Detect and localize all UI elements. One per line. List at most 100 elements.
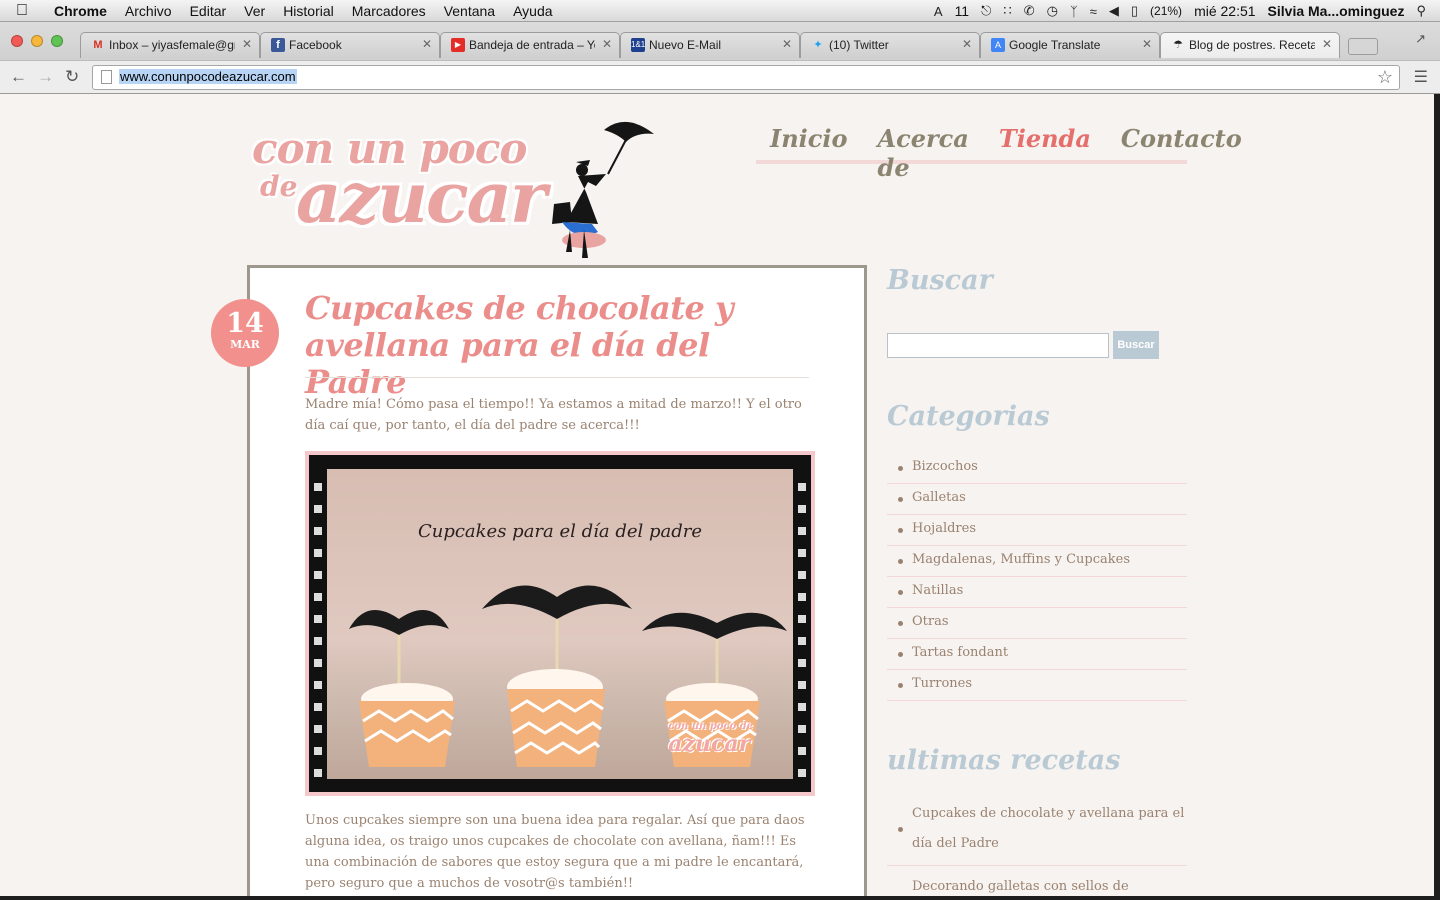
category-natillas[interactable]: Natillas xyxy=(887,577,1187,608)
close-tab-icon[interactable]: ✕ xyxy=(1322,37,1332,51)
category-galletas[interactable]: Galletas xyxy=(887,484,1187,515)
tab-google-translate[interactable]: A Google Translate ✕ xyxy=(980,32,1160,58)
watermark-text: azucar xyxy=(668,731,751,757)
logo-text-line2: de xyxy=(260,170,298,203)
close-tab-icon[interactable]: ✕ xyxy=(422,37,432,51)
address-url[interactable]: www.conunpocodeazucar.com xyxy=(119,69,297,84)
menu-ventana[interactable]: Ventana xyxy=(435,3,504,19)
close-tab-icon[interactable]: ✕ xyxy=(782,37,792,51)
nav-inicio[interactable]: Inicio xyxy=(770,124,848,160)
sync-icon[interactable]: ⎋ xyxy=(981,3,991,19)
mail-icon: 1&1 xyxy=(631,38,645,52)
category-hojaldres[interactable]: Hojaldres xyxy=(887,515,1187,546)
time-machine-icon[interactable]: ◷ xyxy=(1047,3,1058,19)
post-image[interactable]: Cupcakes para el día del padre con un po… xyxy=(305,451,815,796)
twitter-icon: ✦ xyxy=(813,39,823,51)
nav-contacto[interactable]: Contacto xyxy=(1121,124,1242,160)
new-tab-button[interactable] xyxy=(1348,38,1378,55)
flash-icon[interactable]: A xyxy=(934,4,943,19)
battery-percent: (21%) xyxy=(1150,4,1183,18)
grid-icon[interactable]: ∷ xyxy=(1003,3,1011,19)
reload-icon[interactable]: ↻ xyxy=(65,67,79,87)
tab-blog-postres[interactable]: ☂ Blog de postres. Recetas ✕ xyxy=(1160,32,1340,58)
nav-acerca-de[interactable]: Acerca de xyxy=(878,124,969,182)
volume-icon[interactable]: ◀ xyxy=(1109,3,1119,19)
browser-chrome: M Inbox – yiyasfemale@gm ✕ f Facebook ✕ … xyxy=(0,22,1440,94)
post-image-scene: Cupcakes para el día del padre con un po… xyxy=(327,469,793,779)
menu-marcadores[interactable]: Marcadores xyxy=(343,3,435,19)
close-tab-icon[interactable]: ✕ xyxy=(242,37,252,51)
recent-recipe-item[interactable]: Decorando galletas con sellos de estampa… xyxy=(887,872,1187,896)
post-date-day: 14 xyxy=(226,308,264,339)
categories-list: Bizcochos Galletas Hojaldres Magdalenas,… xyxy=(887,453,1187,701)
spotlight-search-icon[interactable]: ⚲ xyxy=(1416,3,1426,19)
nav-tienda[interactable]: Tienda xyxy=(999,124,1091,160)
tab-nuevo-email[interactable]: 1&1 Nuevo E-Mail ✕ xyxy=(620,32,800,58)
category-turrones[interactable]: Turrones xyxy=(887,670,1187,701)
search-button[interactable]: Buscar xyxy=(1113,331,1159,359)
tab-youtube[interactable]: ▶ Bandeja de entrada – You ✕ xyxy=(440,32,620,58)
post-date-badge: 14 MAR xyxy=(211,299,279,367)
title-divider xyxy=(305,377,809,378)
search-input[interactable] xyxy=(887,333,1109,358)
menu-app-chrome[interactable]: Chrome xyxy=(44,3,116,19)
watermark-small-text: con un poco de xyxy=(668,721,753,732)
category-otras[interactable]: Otras xyxy=(887,608,1187,639)
close-tab-icon[interactable]: ✕ xyxy=(602,37,612,51)
mary-poppins-silhouette-icon xyxy=(552,121,654,258)
menu-editar[interactable]: Editar xyxy=(181,3,236,19)
tab-gmail[interactable]: M Inbox – yiyasfemale@gm ✕ xyxy=(80,32,260,58)
film-perforation-left xyxy=(314,469,322,779)
apple-icon[interactable]:  xyxy=(0,2,44,20)
menu-ver[interactable]: Ver xyxy=(235,3,274,19)
recent-recipes-list: Cupcakes de chocolate y avellana para el… xyxy=(887,799,1187,896)
post-body: Unos cupcakes siempre son una buena idea… xyxy=(305,813,805,891)
categories-widget-title: Categorias xyxy=(887,401,1050,432)
category-bizcochos[interactable]: Bizcochos xyxy=(887,453,1187,484)
minimize-window-button[interactable] xyxy=(31,35,43,47)
close-tab-icon[interactable]: ✕ xyxy=(962,37,972,51)
close-window-button[interactable] xyxy=(11,35,23,47)
battery-icon[interactable]: ▯ xyxy=(1131,3,1138,19)
menu-ayuda[interactable]: Ayuda xyxy=(504,3,561,19)
recent-recipes-title: ultimas recetas xyxy=(887,745,1121,776)
back-arrow-icon[interactable]: ← xyxy=(10,67,27,87)
post-intro: Madre mía! Cómo pasa el tiempo!! Ya esta… xyxy=(305,397,802,433)
clock[interactable]: mié 22:51 xyxy=(1194,3,1255,19)
tab-facebook[interactable]: f Facebook ✕ xyxy=(260,32,440,58)
web-page: con un poco de azucar Inicio Acerca de T… xyxy=(0,94,1434,896)
menu-archivo[interactable]: Archivo xyxy=(116,3,181,19)
menu-wrench-icon[interactable]: ☰ xyxy=(1414,67,1428,87)
post-image-watermark: con un poco de azucar xyxy=(668,721,753,758)
address-bar[interactable]: www.conunpocodeazucar.com ☆ xyxy=(92,65,1400,90)
forward-arrow-icon[interactable]: → xyxy=(37,67,54,87)
search-widget-title: Buscar xyxy=(887,265,993,296)
translate-icon: A xyxy=(991,38,1005,52)
gmail-icon: M xyxy=(93,39,103,51)
close-tab-icon[interactable]: ✕ xyxy=(1142,37,1152,51)
umbrella-icon: ☂ xyxy=(1173,39,1183,51)
tab-twitter[interactable]: ✦ (10) Twitter ✕ xyxy=(800,32,980,58)
user-name[interactable]: Silvia Ma...ominguez xyxy=(1268,3,1405,19)
menu-historial[interactable]: Historial xyxy=(274,3,343,19)
mac-menu-bar:  Chrome Archivo Editar Ver Historial Ma… xyxy=(0,0,1440,22)
menubar-status-area: A 11 ⎋ ∷ ✆ ◷ ᛉ ≈ ◀ ▯ (21%) mié 22:51 Sil… xyxy=(934,0,1440,22)
bookmark-star-icon[interactable]: ☆ xyxy=(1377,67,1393,88)
site-logo[interactable]: con un poco de azucar xyxy=(246,112,656,258)
film-perforation-right xyxy=(798,469,806,779)
post-date-month: MAR xyxy=(230,338,260,351)
page-icon xyxy=(101,70,112,84)
category-magdalenas[interactable]: Magdalenas, Muffins y Cupcakes xyxy=(887,546,1187,577)
post-title[interactable]: Cupcakes de chocolate y avellana para el… xyxy=(305,290,810,401)
bluetooth-icon[interactable]: ᛉ xyxy=(1070,4,1078,19)
logo-text-line3: azucar xyxy=(296,156,547,239)
fullscreen-icon[interactable]: ↗ xyxy=(1415,31,1426,47)
wifi-icon[interactable]: ≈ xyxy=(1090,4,1097,19)
recent-recipe-item[interactable]: Cupcakes de chocolate y avellana para el… xyxy=(887,799,1187,866)
category-tartas-fondant[interactable]: Tartas fondant xyxy=(887,639,1187,670)
phone-icon[interactable]: ✆ xyxy=(1024,3,1035,19)
main-navigation: Inicio Acerca de Tienda Contacto xyxy=(756,124,1242,182)
facebook-icon: f xyxy=(271,38,285,52)
zoom-window-button[interactable] xyxy=(51,35,63,47)
tab-strip: M Inbox – yiyasfemale@gm ✕ f Facebook ✕ … xyxy=(80,32,1378,59)
